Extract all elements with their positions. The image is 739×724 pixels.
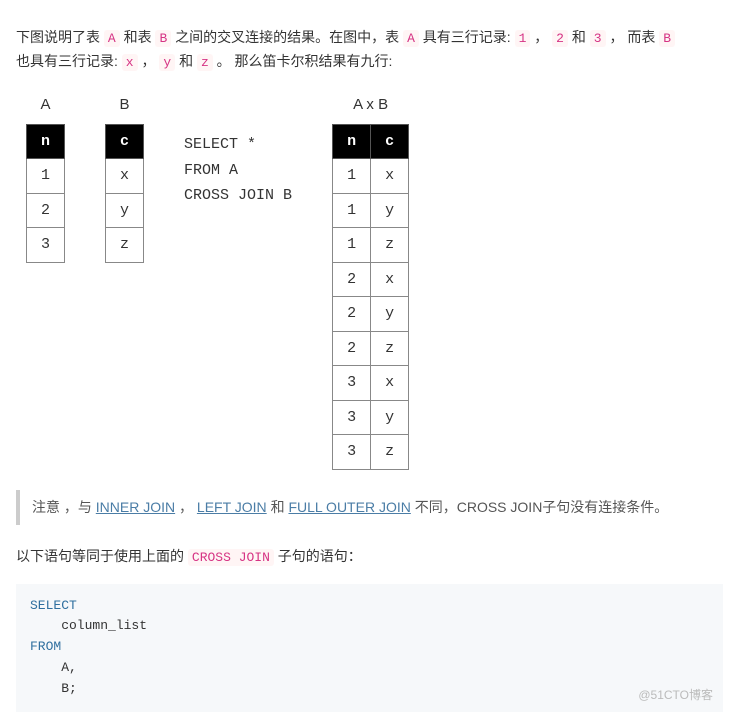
table-b: c x y z bbox=[105, 124, 144, 263]
code-1: 1 bbox=[515, 30, 531, 47]
intro-paragraph: 下图说明了表 A 和表 B 之间的交叉连接的结果。在图中，表 A 具有三行记录:… bbox=[16, 26, 723, 74]
t: 之间的交叉连接的结果。在图中，表 bbox=[175, 29, 399, 45]
code-b: B bbox=[155, 30, 171, 47]
t: 不同，CROSS JOIN子句没有连接条件。 bbox=[415, 499, 669, 515]
t: 和 bbox=[572, 29, 586, 45]
code-y: y bbox=[159, 54, 175, 71]
t: 以下语句等同于使用上面的 bbox=[16, 548, 184, 564]
code-line: B; bbox=[30, 681, 77, 696]
table-row: 3x bbox=[333, 366, 409, 401]
code-3: 3 bbox=[590, 30, 606, 47]
t: 具有三行记录: bbox=[423, 29, 511, 45]
table-a-header: n bbox=[27, 124, 65, 159]
code-line: A, bbox=[30, 660, 77, 675]
table-row: 3z bbox=[333, 435, 409, 470]
t: 子句的语句： bbox=[278, 548, 362, 564]
code-2: 2 bbox=[552, 30, 568, 47]
link-full-outer-join[interactable]: FULL OUTER JOIN bbox=[288, 499, 410, 515]
table-axb-header-n: n bbox=[333, 124, 371, 159]
code-cross-join: CROSS JOIN bbox=[188, 549, 274, 566]
table-row: 2x bbox=[333, 262, 409, 297]
kw-from: FROM bbox=[30, 639, 61, 654]
table-b-header: c bbox=[106, 124, 144, 159]
table-row: y bbox=[106, 193, 144, 228]
table-row: 3 bbox=[27, 228, 65, 263]
code-line: column_list bbox=[30, 618, 147, 633]
code-a2: A bbox=[403, 30, 419, 47]
t: 下图说明了表 bbox=[16, 29, 100, 45]
table-row: 2 bbox=[27, 193, 65, 228]
code-z: z bbox=[197, 54, 213, 71]
table-row: 2y bbox=[333, 297, 409, 332]
table-a-wrap: A n 1 2 3 bbox=[26, 92, 65, 263]
t: 和 bbox=[271, 499, 285, 515]
t: 和表 bbox=[124, 29, 152, 45]
code-b2: B bbox=[659, 30, 675, 47]
t: 也具有三行记录: bbox=[16, 53, 118, 69]
sql-example: SELECT * FROM A CROSS JOIN B bbox=[184, 132, 292, 209]
note-block: 注意 ，与 INNER JOIN ， LEFT JOIN 和 FULL OUTE… bbox=[16, 490, 723, 526]
watermark: @51CTO博客 bbox=[638, 686, 713, 705]
t: ， 而表 bbox=[609, 29, 655, 45]
t: 。 那么笛卡尔积结果有九行: bbox=[217, 53, 393, 69]
table-b-wrap: B c x y z bbox=[105, 92, 144, 263]
table-b-title: B bbox=[105, 92, 144, 118]
t: ， bbox=[534, 29, 548, 45]
table-row: z bbox=[106, 228, 144, 263]
link-left-join[interactable]: LEFT JOIN bbox=[197, 499, 267, 515]
table-a: n 1 2 3 bbox=[26, 124, 65, 263]
t: ， bbox=[141, 53, 155, 69]
table-a-title: A bbox=[26, 92, 65, 118]
sql-codeblock: SELECT column_list FROM A, B; @51CTO博客 bbox=[16, 584, 723, 712]
link-inner-join[interactable]: INNER JOIN bbox=[96, 499, 175, 515]
t: ， bbox=[179, 499, 193, 515]
table-axb-header-c: c bbox=[371, 124, 409, 159]
table-row: 1x bbox=[333, 159, 409, 194]
cross-join-diagram: A n 1 2 3 B c x y z SELECT * FROM A CROS… bbox=[26, 92, 723, 470]
table-row: 3y bbox=[333, 400, 409, 435]
table-axb: n c 1x 1y 1z 2x 2y 2z 3x 3y 3z bbox=[332, 124, 409, 470]
table-row: 1 bbox=[27, 159, 65, 194]
table-row: 1y bbox=[333, 193, 409, 228]
code-x: x bbox=[122, 54, 138, 71]
table-row: x bbox=[106, 159, 144, 194]
t: 注意 ，与 bbox=[32, 499, 92, 515]
t: 和 bbox=[179, 53, 193, 69]
code-a: A bbox=[104, 30, 120, 47]
equiv-paragraph: 以下语句等同于使用上面的 CROSS JOIN 子句的语句： bbox=[16, 545, 723, 569]
table-axb-title: A x B bbox=[332, 92, 409, 118]
table-row: 2z bbox=[333, 331, 409, 366]
table-axb-wrap: A x B n c 1x 1y 1z 2x 2y 2z 3x 3y 3z bbox=[332, 92, 409, 470]
table-row: 1z bbox=[333, 228, 409, 263]
kw-select: SELECT bbox=[30, 598, 77, 613]
